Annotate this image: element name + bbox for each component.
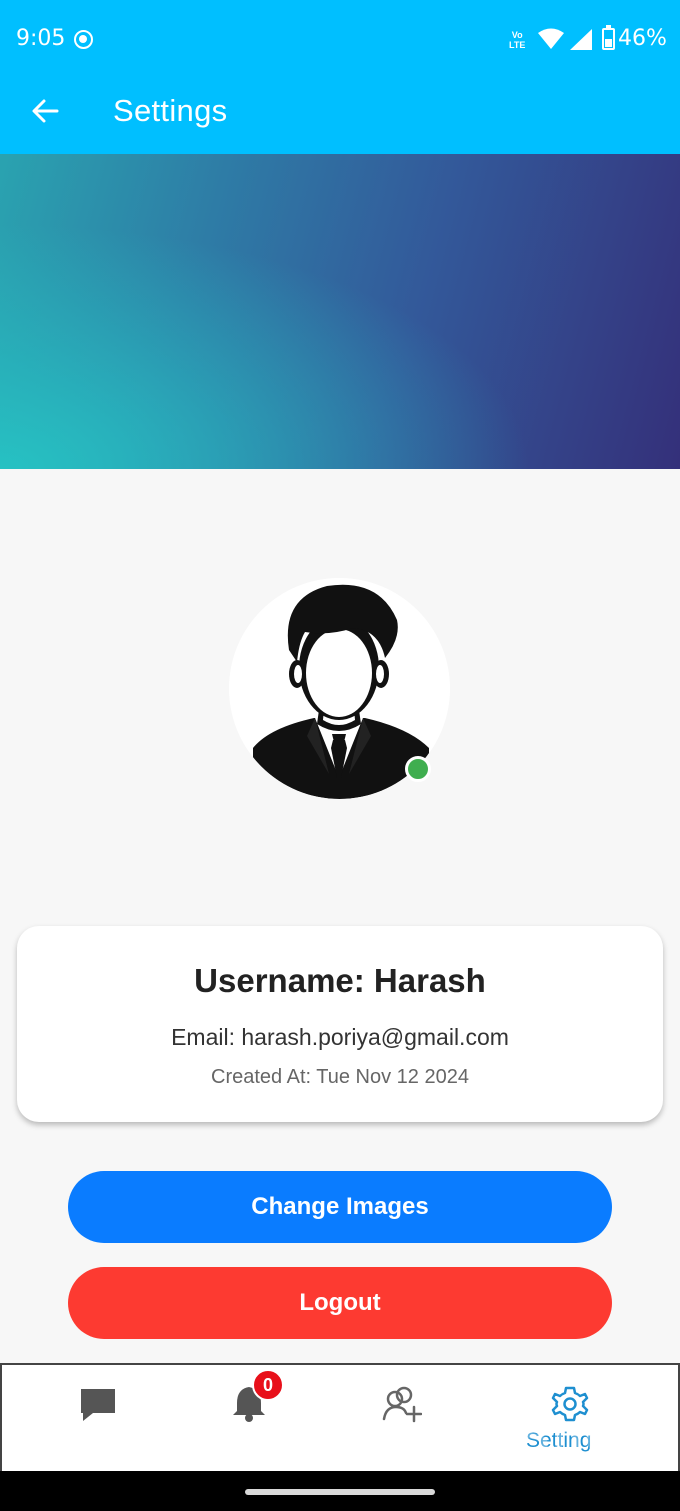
notification-badge: 0 bbox=[252, 1369, 284, 1401]
system-gesture-area bbox=[0, 1471, 680, 1511]
battery-percent: 46% bbox=[618, 26, 667, 51]
status-time: 9:05 bbox=[16, 26, 66, 51]
gesture-handle[interactable] bbox=[245, 1489, 435, 1495]
nav-chat[interactable] bbox=[39, 1365, 159, 1465]
page-title: Settings bbox=[113, 93, 228, 128]
back-button[interactable] bbox=[28, 94, 62, 128]
nav-add-friend[interactable] bbox=[342, 1365, 462, 1465]
app-bar: Settings bbox=[0, 80, 680, 154]
cover-banner bbox=[0, 154, 680, 469]
inshot-watermark: InShOt bbox=[468, 1409, 644, 1465]
volte-bottom-text: LTE bbox=[509, 40, 526, 50]
status-bar: 9:05 Vo LTE 46% bbox=[0, 0, 680, 80]
change-images-button[interactable]: Change Images bbox=[68, 1171, 612, 1243]
volte-icon: Vo LTE bbox=[509, 30, 525, 50]
created-at-text: Created At: Tue Nov 12 2024 bbox=[211, 1066, 469, 1088]
battery-icon bbox=[602, 25, 615, 50]
online-status-indicator bbox=[405, 756, 431, 782]
arrow-left-icon bbox=[32, 99, 59, 123]
volte-top-text: Vo bbox=[511, 30, 523, 40]
add-friend-icon bbox=[382, 1386, 422, 1423]
user-info-card: Username: Harash Email: harash.poriya@gm… bbox=[17, 926, 663, 1122]
wifi-icon bbox=[538, 28, 564, 49]
screen-record-icon bbox=[74, 30, 93, 49]
chat-icon bbox=[81, 1389, 115, 1421]
email-text: Email: harash.poriya@gmail.com bbox=[171, 1024, 509, 1050]
nav-notifications[interactable]: 0 bbox=[190, 1365, 310, 1465]
cell-signal-icon bbox=[570, 29, 592, 50]
username-text: Username: Harash bbox=[194, 962, 486, 999]
logout-button[interactable]: Logout bbox=[68, 1267, 612, 1339]
